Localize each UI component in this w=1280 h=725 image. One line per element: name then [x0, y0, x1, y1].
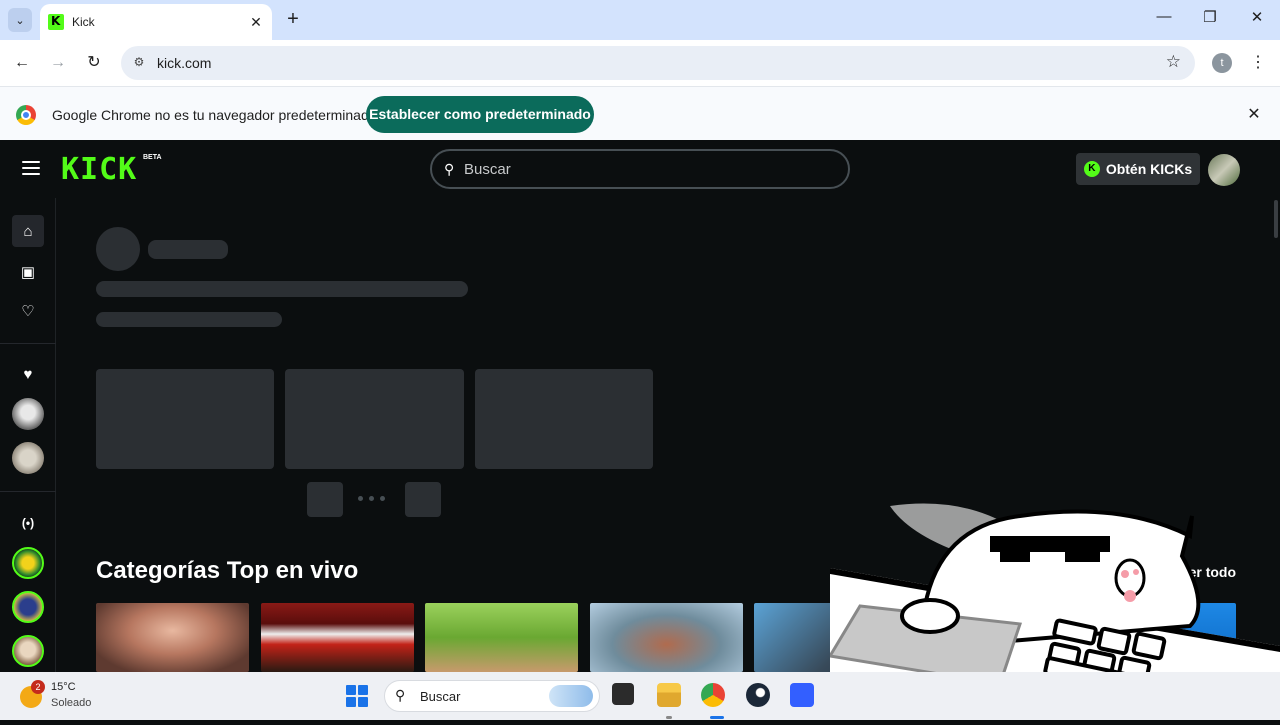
tab-strip: ⌄ Kick ✕ + — ❐ ✕ [0, 0, 1280, 40]
channel-avatar[interactable] [12, 591, 44, 623]
live-broadcast-icon[interactable]: (•) [12, 507, 44, 539]
maximize-button[interactable]: ❐ [1198, 8, 1222, 26]
search-highlight-image [549, 685, 593, 707]
get-kicks-button[interactable]: K Obtén KICKs [1076, 153, 1200, 185]
app-active-indicator [710, 716, 724, 719]
minimize-button[interactable]: — [1152, 8, 1176, 25]
search-placeholder: Buscar [464, 161, 511, 178]
category-card[interactable] [261, 603, 414, 672]
file-explorer-icon[interactable] [657, 683, 681, 707]
search-icon: ⚲ [444, 161, 455, 177]
home-icon[interactable]: ⌂ [12, 215, 44, 247]
tab-search-button[interactable]: ⌄ [8, 8, 32, 32]
section-title: Categorías Top en vivo [96, 557, 359, 584]
more-menu-icon[interactable]: ⋮ [1250, 52, 1266, 72]
user-avatar[interactable] [1208, 154, 1240, 186]
search-input[interactable]: ⚲ Buscar [430, 149, 850, 189]
profile-avatar[interactable]: t [1212, 53, 1232, 73]
channel-avatar[interactable] [12, 398, 44, 430]
search-icon: ⚲ [395, 687, 406, 703]
site-info-icon[interactable]: ⚙ [131, 55, 147, 71]
sidebar-divider [0, 491, 56, 492]
hamburger-menu-icon[interactable] [22, 161, 40, 175]
browser-tab-kick[interactable]: Kick ✕ [40, 4, 272, 40]
reload-button[interactable]: ↻ [83, 52, 105, 74]
toolbar: ← → ↻ ⚙ kick.com ☆ t ⋮ [0, 40, 1280, 86]
carousel-next-button[interactable] [405, 482, 441, 517]
channel-avatar[interactable] [12, 442, 44, 474]
kick-logo[interactable]: KICK [61, 154, 137, 186]
skeleton-line [96, 312, 282, 327]
windows-start-icon[interactable] [346, 685, 368, 707]
close-window-button[interactable]: ✕ [1245, 8, 1269, 26]
weather-badge: 2 [31, 680, 45, 694]
category-card[interactable] [590, 603, 743, 672]
sidebar: ⌂ ▣ ♡ ♥ (•) [0, 198, 56, 672]
new-tab-button[interactable]: + [282, 8, 304, 30]
browse-icon[interactable]: ▣ [12, 256, 44, 288]
get-kicks-label: Obtén KICKs [1105, 161, 1193, 177]
forward-button[interactable]: → [47, 52, 69, 74]
skeleton-avatar [96, 227, 140, 271]
set-default-button[interactable]: Establecer como predeterminado [366, 96, 594, 133]
default-browser-infobar: Google Chrome no es tu navegador predete… [0, 86, 1280, 140]
skeleton-line [148, 240, 228, 259]
bookmark-star-icon[interactable]: ☆ [1166, 52, 1181, 72]
url-text: kick.com [157, 55, 212, 71]
task-view-icon[interactable] [612, 683, 634, 705]
skeleton-card [96, 369, 274, 469]
following-heart-icon[interactable]: ♡ [12, 295, 44, 327]
kick-favicon-icon [48, 14, 64, 30]
skeleton-card [475, 369, 653, 469]
skeleton-card [285, 369, 464, 469]
taskbar: 2 15°C Soleado ⚲ Buscar [0, 672, 1280, 720]
tab-close-icon[interactable]: ✕ [248, 14, 264, 31]
back-button[interactable]: ← [11, 52, 33, 74]
channel-avatar[interactable] [12, 547, 44, 579]
taskbar-search[interactable]: ⚲ Buscar [384, 680, 600, 712]
carousel-dots [358, 496, 385, 501]
infobar-close-icon[interactable]: ✕ [1244, 104, 1264, 124]
address-bar[interactable]: ⚙ kick.com ☆ [121, 46, 1195, 80]
chrome-taskbar-icon[interactable] [701, 683, 725, 707]
chevron-down-icon: ⌄ [15, 14, 25, 27]
sidebar-divider [0, 343, 56, 344]
weather-condition: Soleado [51, 697, 92, 709]
carousel-prev-button[interactable] [307, 482, 343, 517]
steam-icon[interactable] [746, 683, 770, 707]
chrome-logo-icon [16, 105, 36, 125]
page-scrollbar[interactable] [1274, 200, 1278, 238]
tab-title: Kick [72, 15, 95, 29]
kicks-coin-icon: K [1083, 161, 1100, 177]
category-card[interactable] [96, 603, 249, 672]
roblox-icon[interactable] [790, 683, 814, 707]
category-card[interactable] [425, 603, 578, 672]
app-running-indicator [666, 716, 672, 719]
infobar-message: Google Chrome no es tu navegador predete… [52, 107, 377, 123]
weather-temperature: 15°C [51, 681, 76, 693]
weather-widget[interactable]: 2 [20, 680, 50, 710]
channel-avatar[interactable] [12, 635, 44, 667]
taskbar-search-label: Buscar [420, 689, 461, 704]
beta-badge: BETA [143, 154, 162, 161]
heart-icon[interactable]: ♥ [12, 358, 44, 390]
kick-header: KICK BETA ⚲ Buscar K Obtén KICKs [0, 140, 1280, 198]
skeleton-line [96, 281, 468, 297]
